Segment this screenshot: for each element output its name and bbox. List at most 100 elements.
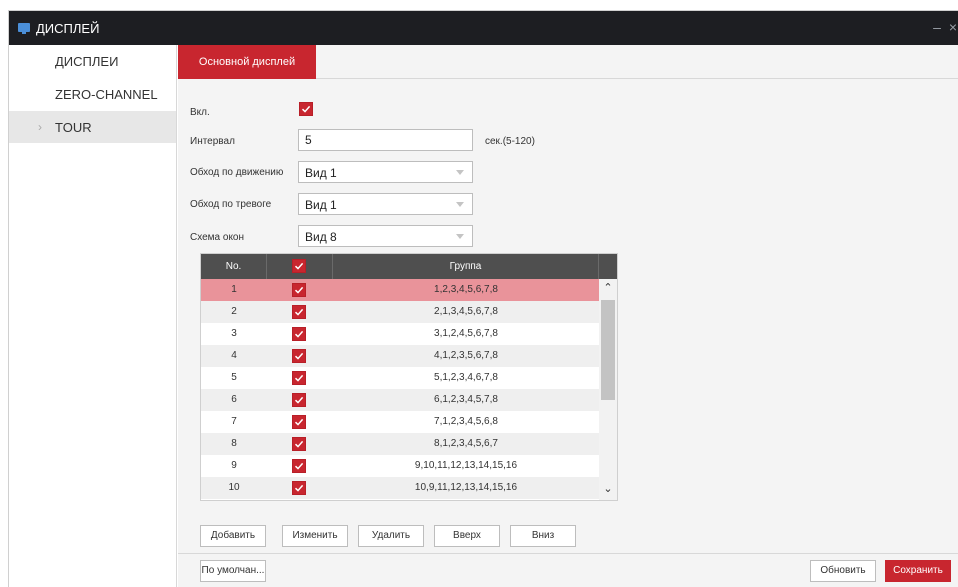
sidebar-item-label: TOUR xyxy=(55,120,92,135)
row-checkbox[interactable] xyxy=(292,437,306,451)
row-checkbox-cell[interactable] xyxy=(267,411,333,433)
check-icon xyxy=(294,462,304,470)
chevron-right-icon: › xyxy=(38,120,42,134)
alarm-tour-label: Обход по тревоге xyxy=(190,199,272,210)
check-icon xyxy=(294,440,304,448)
table-row[interactable]: 9 9,10,11,12,13,14,15,16 xyxy=(201,455,599,477)
footer-bar: По умолчан... Обновить Сохранить xyxy=(178,553,958,587)
title-bar: ДИСПЛЕЙ – × xyxy=(9,11,958,45)
row-checkbox-cell[interactable] xyxy=(267,367,333,389)
row-group: 1,2,3,4,5,6,7,8 xyxy=(434,284,498,295)
add-button[interactable]: Добавить xyxy=(200,525,266,547)
delete-button[interactable]: Удалить xyxy=(358,525,424,547)
row-group: 10,9,11,12,13,14,15,16 xyxy=(414,482,518,493)
dropdown-caret-icon xyxy=(456,202,464,207)
table-header: No. Группа xyxy=(201,254,617,279)
monitor-icon xyxy=(18,23,30,34)
table-row[interactable]: 4 4,1,2,3,5,6,7,8 xyxy=(201,345,599,367)
column-header-group: Группа xyxy=(333,254,599,279)
column-header-select-all[interactable] xyxy=(267,254,333,279)
row-checkbox-cell[interactable] xyxy=(267,301,333,323)
move-down-button[interactable]: Вниз xyxy=(510,525,576,547)
tab-divider xyxy=(316,78,958,79)
row-group: 6,1,2,3,4,5,7,8 xyxy=(434,394,498,405)
row-checkbox-cell[interactable] xyxy=(267,279,333,301)
check-icon xyxy=(294,286,304,294)
table-row[interactable]: 7 7,1,2,3,4,5,6,8 xyxy=(201,411,599,433)
dropdown-caret-icon xyxy=(456,234,464,239)
table-row[interactable]: 5 5,1,2,3,4,6,7,8 xyxy=(201,367,599,389)
enable-checkbox[interactable] xyxy=(299,102,313,116)
row-checkbox-cell[interactable] xyxy=(267,477,333,499)
sidebar-item-tour[interactable]: › TOUR xyxy=(9,111,176,143)
interval-input[interactable] xyxy=(298,129,473,151)
interval-label: Интервал xyxy=(190,136,235,147)
display-window: ДИСПЛЕЙ – × ДИСПЛЕИ ZERO-CHANNEL › TOUR … xyxy=(8,10,958,587)
scroll-thumb[interactable] xyxy=(601,300,615,400)
row-group: 7,1,2,3,4,5,6,8 xyxy=(434,416,498,427)
select-all-checkbox[interactable] xyxy=(292,259,306,273)
row-checkbox-cell[interactable] xyxy=(267,345,333,367)
default-button[interactable]: По умолчан... xyxy=(200,560,266,582)
window-title: ДИСПЛЕЙ xyxy=(36,21,100,36)
sidebar-item-displays[interactable]: ДИСПЛЕИ xyxy=(9,45,176,77)
interval-hint: сек.(5-120) xyxy=(485,136,535,147)
sidebar-item-label: ДИСПЛЕИ xyxy=(55,54,119,69)
row-group: 9,10,11,12,13,14,15,16 xyxy=(414,460,518,471)
row-number: 4 xyxy=(231,350,237,361)
table-row[interactable]: 8 8,1,2,3,4,5,6,7 xyxy=(201,433,599,455)
row-checkbox[interactable] xyxy=(292,349,306,363)
check-icon xyxy=(294,396,304,404)
row-checkbox-cell[interactable] xyxy=(267,455,333,477)
motion-tour-select[interactable]: Вид 1 xyxy=(298,161,473,183)
scroll-up-icon[interactable]: ⌃ xyxy=(599,281,617,297)
row-checkbox-cell[interactable] xyxy=(267,433,333,455)
row-checkbox-cell[interactable] xyxy=(267,323,333,345)
move-up-button[interactable]: Вверх xyxy=(434,525,500,547)
row-checkbox[interactable] xyxy=(292,481,306,495)
tab-main-display[interactable]: Основной дисплей xyxy=(178,45,316,79)
scroll-down-icon[interactable]: ⌄ xyxy=(599,482,617,498)
check-icon xyxy=(301,105,311,113)
window-controls[interactable]: – × xyxy=(933,19,958,35)
row-group: 2,1,3,4,5,6,7,8 xyxy=(434,306,498,317)
table-row[interactable]: 6 6,1,2,3,4,5,7,8 xyxy=(201,389,599,411)
sidebar-item-zero-channel[interactable]: ZERO-CHANNEL xyxy=(9,78,176,110)
window-layout-value: Вид 8 xyxy=(305,230,337,244)
refresh-button[interactable]: Обновить xyxy=(810,560,876,582)
column-header-no: No. xyxy=(201,254,267,279)
row-group: 4,1,2,3,5,6,7,8 xyxy=(434,350,498,361)
row-number: 8 xyxy=(231,438,237,449)
motion-tour-value: Вид 1 xyxy=(305,166,337,180)
table-scrollbar[interactable]: ⌃ ⌄ xyxy=(599,279,617,500)
check-icon xyxy=(294,374,304,382)
row-checkbox[interactable] xyxy=(292,327,306,341)
alarm-tour-select[interactable]: Вид 1 xyxy=(298,193,473,215)
row-checkbox[interactable] xyxy=(292,393,306,407)
row-checkbox[interactable] xyxy=(292,415,306,429)
sidebar-item-label: ZERO-CHANNEL xyxy=(55,87,158,102)
table-row[interactable]: 10 10,9,11,12,13,14,15,16 xyxy=(201,477,599,499)
table-row[interactable]: 1 1,2,3,4,5,6,7,8 xyxy=(201,279,599,301)
edit-button[interactable]: Изменить xyxy=(282,525,348,547)
row-number: 10 xyxy=(228,482,240,493)
table-row[interactable]: 3 3,1,2,4,5,6,7,8 xyxy=(201,323,599,345)
check-icon xyxy=(294,330,304,338)
row-checkbox-cell[interactable] xyxy=(267,389,333,411)
row-number: 5 xyxy=(231,372,237,383)
enable-label: Вкл. xyxy=(190,107,210,118)
row-group: 8,1,2,3,4,5,6,7 xyxy=(434,438,498,449)
row-number: 6 xyxy=(231,394,237,405)
save-button[interactable]: Сохранить xyxy=(885,560,951,582)
check-icon xyxy=(294,418,304,426)
check-icon xyxy=(294,484,304,492)
row-group: 3,1,2,4,5,6,7,8 xyxy=(434,328,498,339)
row-checkbox[interactable] xyxy=(292,459,306,473)
row-checkbox[interactable] xyxy=(292,305,306,319)
window-layout-select[interactable]: Вид 8 xyxy=(298,225,473,247)
row-checkbox[interactable] xyxy=(292,371,306,385)
row-number: 9 xyxy=(231,460,237,471)
row-checkbox[interactable] xyxy=(292,283,306,297)
row-number: 3 xyxy=(231,328,237,339)
table-row[interactable]: 2 2,1,3,4,5,6,7,8 xyxy=(201,301,599,323)
